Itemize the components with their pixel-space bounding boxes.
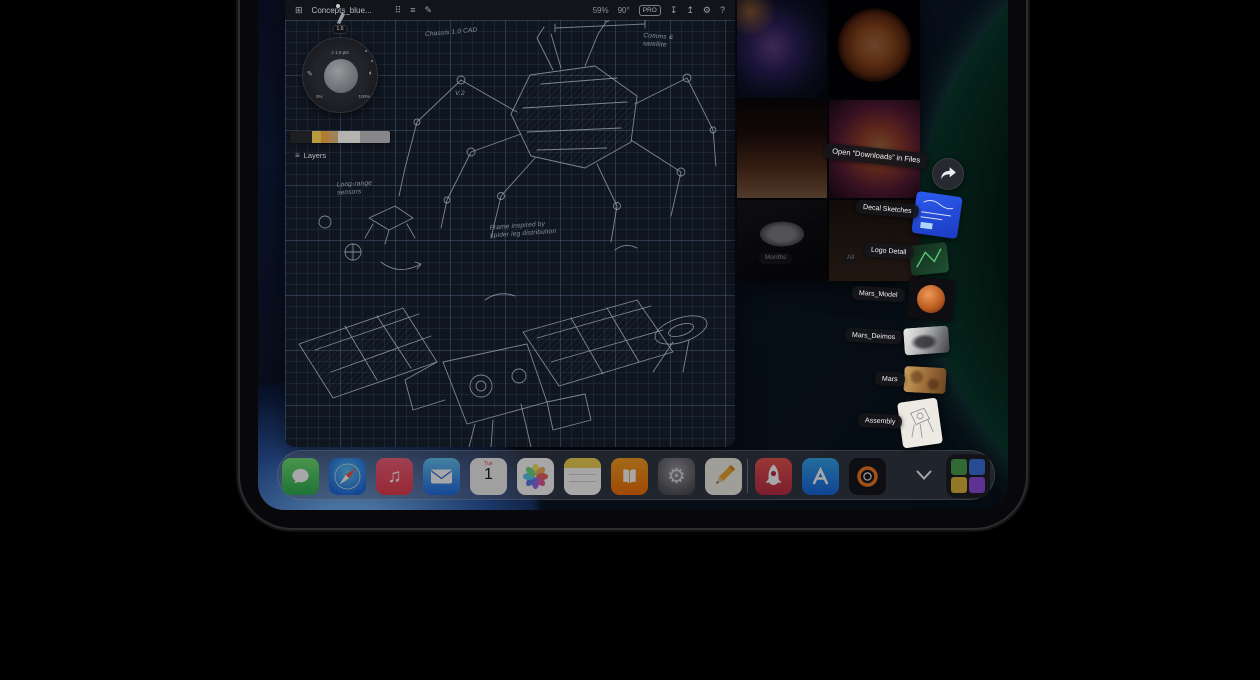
drag-label[interactable]: Mars [875, 371, 905, 386]
drag-thumb-mars-deimos[interactable] [903, 325, 950, 355]
drag-thumb-mars-model[interactable] [906, 276, 955, 322]
drop-hint-pill[interactable]: Open “Downloads” in Files [823, 143, 928, 169]
drag-label[interactable]: Mars_Deimos [845, 328, 903, 345]
drag-layer: Open “Downloads” in Files Decal Sketches [258, 0, 1008, 510]
drag-thumb-assembly[interactable] [897, 397, 943, 448]
drag-label[interactable]: Mars_Model [852, 286, 905, 303]
drag-label[interactable]: Logo Detail [864, 242, 914, 259]
mars-sphere [916, 284, 946, 314]
logo-mark-lines [909, 242, 950, 276]
drag-thumb-logo-detail[interactable] [909, 242, 950, 276]
drag-label[interactable]: Decal Sketches [856, 199, 920, 218]
forward-arrow-icon [939, 166, 957, 182]
decal-sketch-lines [911, 191, 962, 239]
share-forward-button[interactable] [932, 158, 964, 190]
drag-thumb-decal-sketches[interactable] [911, 191, 962, 239]
drag-label[interactable]: Assembly [858, 413, 903, 429]
ipad-screen: Chassis 1.0 CAD Comms & satellite V.2 Lo… [258, 0, 1008, 510]
assembly-sketch-lines [897, 397, 943, 448]
screen-content: Chassis 1.0 CAD Comms & satellite V.2 Lo… [258, 0, 1008, 510]
drag-thumb-mars[interactable] [903, 366, 946, 394]
